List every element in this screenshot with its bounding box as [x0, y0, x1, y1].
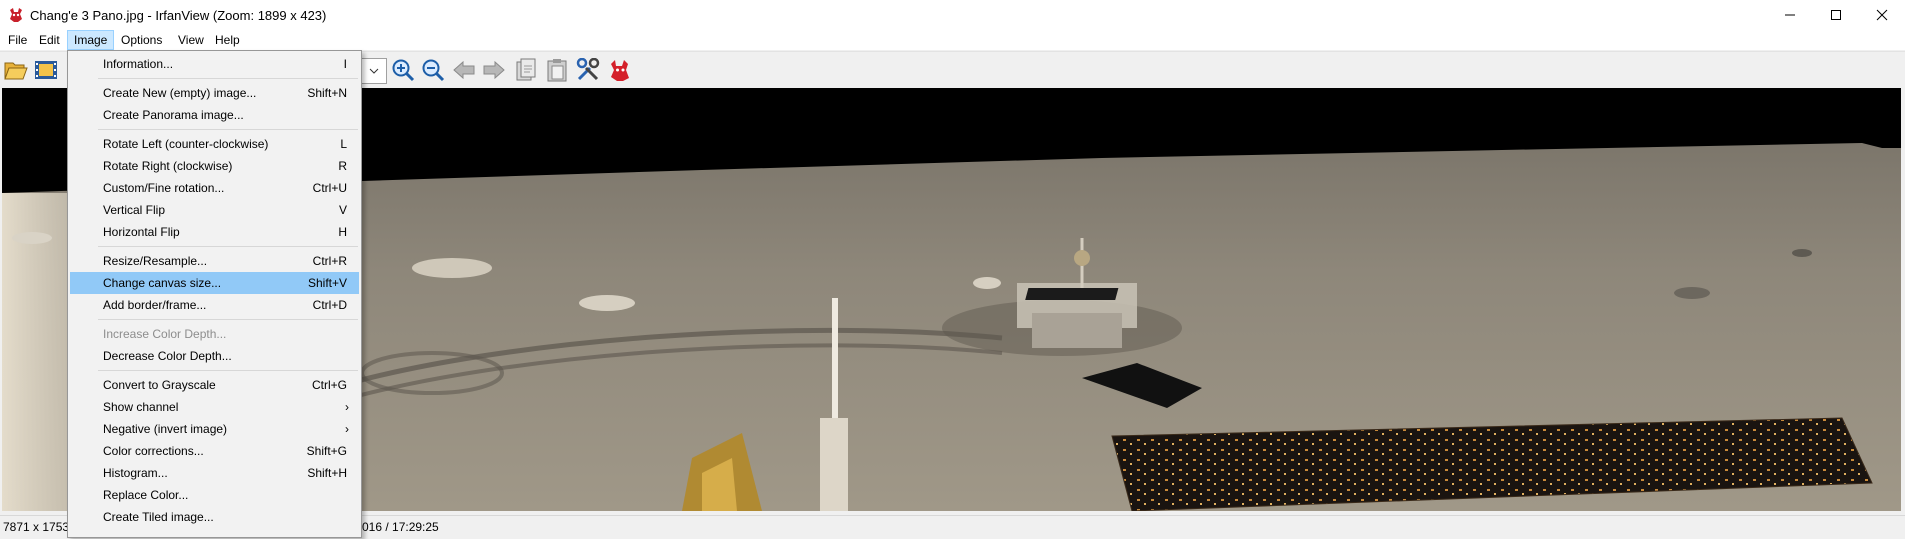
image-menu-dropdown: Information... I Create New (empty) imag… — [67, 50, 362, 538]
menu-item-shortcut: Shift+H — [307, 466, 347, 480]
menu-item-shortcut: V — [338, 203, 347, 217]
menu-item-label: Horizontal Flip — [103, 225, 180, 239]
menu-item-label: Information... — [103, 57, 174, 71]
menu-item-shortcut: Ctrl+U — [312, 181, 347, 195]
menu-item-label: Replace Color... — [103, 488, 189, 502]
menu-item-label: Decrease Color Depth... — [103, 349, 232, 363]
menu-item-label: Create Panorama image... — [103, 108, 244, 122]
menu-item-increase-color-depth: Increase Color Depth... — [70, 323, 359, 345]
submenu-arrow-icon: › — [345, 422, 349, 436]
menu-item-change-canvas-size[interactable]: Change canvas size... Shift+V — [70, 272, 359, 294]
menu-item-label: Convert to Grayscale — [103, 378, 216, 392]
menu-item-label: Resize/Resample... — [103, 254, 208, 268]
menu-file[interactable]: File — [2, 30, 33, 50]
open-folder-icon[interactable] — [2, 56, 30, 84]
menu-image[interactable]: Image — [67, 30, 115, 50]
maximize-button[interactable] — [1813, 0, 1859, 30]
menu-help[interactable]: Help — [209, 30, 246, 50]
zoom-in-icon[interactable] — [389, 56, 417, 84]
menu-item-create-new-image[interactable]: Create New (empty) image... Shift+N — [70, 82, 359, 104]
menu-bar: File Edit Image Options View Help — [0, 30, 1905, 50]
menu-item-information[interactable]: Information... I — [70, 53, 359, 75]
menu-item-shortcut: Ctrl+R — [312, 254, 347, 268]
close-icon — [1876, 9, 1888, 21]
menu-item-vertical-flip[interactable]: Vertical Flip V — [70, 199, 359, 221]
chevron-down-icon — [369, 68, 379, 74]
menu-item-histogram[interactable]: Histogram... Shift+H — [70, 462, 359, 484]
zoom-combo-dropdown[interactable] — [362, 58, 387, 84]
menu-item-label: Rotate Left (counter-clockwise) — [103, 137, 269, 151]
menu-item-label: Create Tiled image... — [103, 510, 214, 524]
menu-item-shortcut: Ctrl+D — [312, 298, 347, 312]
status-image-dimensions: 7871 x 1753 : — [3, 520, 76, 534]
menu-item-add-border-frame[interactable]: Add border/frame... Ctrl+D — [70, 294, 359, 316]
minimize-button[interactable] — [1767, 0, 1813, 30]
menu-item-custom-rotation[interactable]: Custom/Fine rotation... Ctrl+U — [70, 177, 359, 199]
zoom-out-icon[interactable] — [419, 56, 447, 84]
close-button[interactable] — [1859, 0, 1905, 30]
menu-item-shortcut: Shift+N — [307, 86, 347, 100]
menu-item-shortcut: Ctrl+G — [311, 378, 347, 392]
irfanview-app-icon — [8, 7, 24, 23]
menu-separator — [98, 319, 358, 320]
menu-item-rotate-left[interactable]: Rotate Left (counter-clockwise) L — [70, 133, 359, 155]
menu-item-label: Show channel — [103, 400, 179, 414]
previous-icon[interactable] — [450, 56, 478, 84]
copy-icon[interactable] — [512, 56, 540, 84]
menu-item-decrease-color-depth[interactable]: Decrease Color Depth... — [70, 345, 359, 367]
menu-item-convert-grayscale[interactable]: Convert to Grayscale Ctrl+G — [70, 374, 359, 396]
menu-item-color-corrections[interactable]: Color corrections... Shift+G — [70, 440, 359, 462]
menu-separator — [98, 370, 358, 371]
irfanview-cat-icon[interactable] — [606, 56, 634, 84]
menu-item-show-channel[interactable]: Show channel › — [70, 396, 359, 418]
menu-separator — [98, 78, 358, 79]
menu-options[interactable]: Options — [115, 30, 168, 50]
menu-item-horizontal-flip[interactable]: Horizontal Flip H — [70, 221, 359, 243]
menu-item-rotate-right[interactable]: Rotate Right (clockwise) R — [70, 155, 359, 177]
menu-item-shortcut: Shift+G — [306, 444, 347, 458]
submenu-arrow-icon: › — [345, 400, 349, 414]
status-datetime: 016 / 17:29:25 — [362, 520, 439, 534]
paste-icon[interactable] — [543, 56, 571, 84]
title-bar: Chang'e 3 Pano.jpg - IrfanView (Zoom: 18… — [0, 0, 1905, 30]
menu-separator — [98, 246, 358, 247]
menu-item-shortcut: L — [340, 137, 347, 151]
next-icon[interactable] — [480, 56, 508, 84]
menu-item-label: Color corrections... — [103, 444, 204, 458]
menu-item-label: Create New (empty) image... — [103, 86, 257, 100]
menu-item-label: Rotate Right (clockwise) — [103, 159, 233, 173]
menu-item-replace-color[interactable]: Replace Color... — [70, 484, 359, 506]
menu-item-shortcut: H — [338, 225, 347, 239]
menu-item-create-panorama[interactable]: Create Panorama image... — [70, 104, 359, 126]
menu-item-negative[interactable]: Negative (invert image) › — [70, 418, 359, 440]
filmstrip-icon[interactable] — [32, 56, 60, 84]
menu-item-label: Change canvas size... — [103, 276, 222, 290]
menu-item-label: Vertical Flip — [103, 203, 166, 217]
menu-item-label: Custom/Fine rotation... — [103, 181, 225, 195]
menu-item-label: Add border/frame... — [103, 298, 207, 312]
menu-item-label: Negative (invert image) — [103, 422, 228, 436]
minimize-icon — [1785, 14, 1795, 16]
menu-item-resize-resample[interactable]: Resize/Resample... Ctrl+R — [70, 250, 359, 272]
menu-view[interactable]: View — [172, 30, 210, 50]
menu-item-shortcut: R — [338, 159, 347, 173]
menu-item-label: Histogram... — [103, 466, 168, 480]
menu-item-shortcut: I — [343, 57, 347, 71]
menu-item-shortcut: Shift+V — [307, 276, 347, 290]
menu-item-create-tiled-image[interactable]: Create Tiled image... — [70, 506, 359, 528]
menu-edit[interactable]: Edit — [33, 30, 66, 50]
window-title: Chang'e 3 Pano.jpg - IrfanView (Zoom: 18… — [30, 8, 327, 23]
menu-separator — [98, 129, 358, 130]
menu-item-label: Increase Color Depth... — [103, 327, 227, 341]
settings-icon[interactable] — [574, 56, 602, 84]
maximize-icon — [1831, 10, 1841, 20]
